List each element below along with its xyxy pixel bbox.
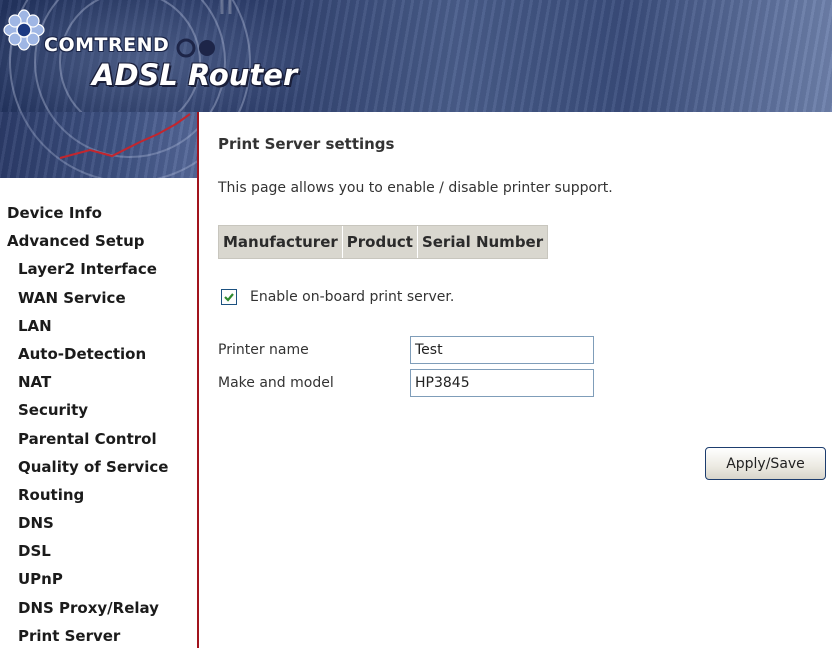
sidebar-item-print-server[interactable]: Print Server bbox=[0, 622, 168, 650]
sidebar-item-wan-service[interactable]: WAN Service bbox=[0, 284, 168, 312]
sidebar-item-advanced-setup[interactable]: Advanced Setup bbox=[0, 227, 168, 255]
sidebar-item-security[interactable]: Security bbox=[0, 396, 168, 424]
make-model-label: Make and model bbox=[218, 375, 334, 391]
sidebar-item-lan[interactable]: LAN bbox=[0, 312, 168, 340]
printer-table: Manufacturer Product Serial Number bbox=[218, 225, 549, 259]
nav-list: Device Info Advanced Setup Layer2 Interfac… bbox=[0, 199, 168, 650]
sidebar-item-dns[interactable]: DNS bbox=[0, 509, 168, 537]
sidebar-item-quality-of-service[interactable]: Quality of Service bbox=[0, 453, 168, 481]
sidebar-item-dns-proxy-relay[interactable]: DNS Proxy/Relay bbox=[0, 594, 168, 622]
checkmark-icon bbox=[224, 293, 234, 302]
brand-name: COMTREND bbox=[44, 34, 170, 56]
sidebar-item-auto-detection[interactable]: Auto-Detection bbox=[0, 340, 168, 368]
product-title: ADSL Router bbox=[92, 58, 298, 92]
table-header-row: Manufacturer Product Serial Number bbox=[219, 226, 547, 258]
sidebar-item-dsl[interactable]: DSL bbox=[0, 537, 168, 565]
enable-print-server-checkbox[interactable] bbox=[221, 289, 237, 305]
sidebar-item-layer2-interface[interactable]: Layer2 Interface bbox=[0, 255, 168, 283]
printer-name-label: Printer name bbox=[218, 342, 309, 358]
sidebar-banner-graphic bbox=[0, 112, 199, 178]
apply-save-button[interactable]: Apply/Save bbox=[705, 447, 826, 480]
sidebar-item-upnp[interactable]: UPnP bbox=[0, 565, 168, 593]
sidebar-navigation: Device Info Advanced Setup Layer2 Interfac… bbox=[0, 178, 197, 648]
column-header-product: Product bbox=[343, 226, 418, 258]
sidebar-item-routing[interactable]: Routing bbox=[0, 481, 168, 509]
brand-dots-icon bbox=[176, 38, 215, 58]
header-banner: COMTREND ADSL Router bbox=[0, 0, 832, 112]
comtrend-flower-logo-icon bbox=[3, 9, 45, 51]
printer-name-input[interactable]: Test bbox=[410, 336, 594, 364]
sidebar-item-device-info[interactable]: Device Info bbox=[0, 199, 168, 227]
sidebar-item-parental-control[interactable]: Parental Control bbox=[0, 425, 168, 453]
column-header-serial-number: Serial Number bbox=[421, 233, 544, 251]
make-model-input[interactable]: HP3845 bbox=[410, 369, 594, 397]
sidebar-item-nat[interactable]: NAT bbox=[0, 368, 168, 396]
main-content: Print Server settings This page allows y… bbox=[199, 112, 832, 648]
enable-print-server-row: Enable on-board print server. bbox=[221, 289, 454, 305]
page-description: This page allows you to enable / disable… bbox=[218, 180, 613, 196]
enable-print-server-label: Enable on-board print server. bbox=[250, 289, 455, 305]
column-header-manufacturer: Manufacturer bbox=[219, 226, 343, 258]
page-title: Print Server settings bbox=[218, 135, 395, 153]
signal-line-icon bbox=[19, 112, 199, 178]
banner-decoration bbox=[9, 0, 251, 112]
